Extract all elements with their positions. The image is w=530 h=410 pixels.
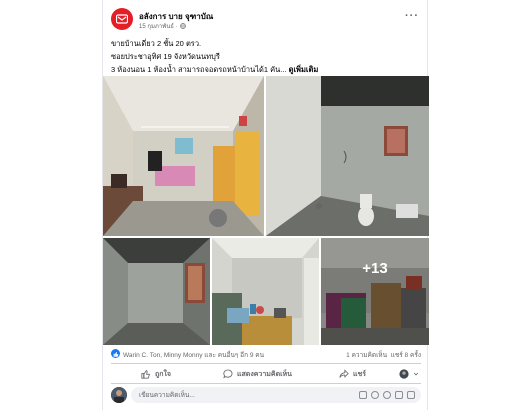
kitchen-image: [212, 238, 319, 345]
reaction-names[interactable]: Warin C. Ton, Minny Monny และ คนอื่นๆ อี…: [123, 350, 264, 360]
photo-toilet[interactable]: [103, 238, 210, 345]
page-avatar[interactable]: [111, 8, 133, 30]
divider-top: [111, 363, 421, 364]
thumbs-up-icon: [113, 351, 118, 357]
more-photos-overlay[interactable]: +13: [321, 238, 429, 345]
like-reaction-icon: [111, 349, 120, 358]
post-line-2: ซอยประชาอุทิศ 19 จังหวัดนนทบุรี: [111, 52, 220, 61]
audience-selector[interactable]: [399, 366, 419, 382]
photo-grid: +13: [103, 76, 429, 345]
camera-icon[interactable]: [383, 391, 391, 399]
comment-button[interactable]: แสดงความคิดเห็น: [223, 366, 292, 382]
post-text: ขายบ้านเดี่ยว 2 ชั้น 20 ตรว. ซอยประชาอุท…: [111, 37, 421, 76]
post-header: อลังการ บาย จุฑาบัณ 15 กุมภาพันธ์ · ···: [111, 8, 421, 34]
share-icon: [339, 369, 349, 378]
globe-icon: [179, 23, 186, 29]
sticker-icon[interactable]: [359, 391, 367, 399]
share-button[interactable]: แชร์: [339, 366, 366, 382]
comment-count[interactable]: 1 ความคิดเห็น: [346, 352, 387, 359]
photo-living-room[interactable]: [103, 76, 264, 236]
photo-bathroom[interactable]: [266, 76, 429, 236]
see-more-link[interactable]: ดูเพิ่มเติม: [289, 65, 319, 74]
like-button[interactable]: ถูกใจ: [141, 366, 171, 382]
comment-input[interactable]: เขียนความคิดเห็น...: [131, 387, 421, 403]
page-logo-icon: [116, 14, 128, 24]
comment-composer: เขียนความคิดเห็น...: [111, 386, 421, 404]
post-line-3: 3 ห้องนอน 1 ห้องน้ำ สามารถจอดรถหน้าบ้านไ…: [111, 63, 421, 76]
living-room-image: [103, 76, 264, 236]
bathroom-image: [266, 76, 429, 236]
post-date[interactable]: 15 กุมภาพันธ์ ·: [139, 21, 178, 31]
profile-thumbnail-icon: [399, 369, 409, 379]
post-line-1: ขายบ้านเดี่ยว 2 ชั้น 20 ตรว.: [111, 39, 202, 48]
user-photo: [111, 387, 127, 403]
like-icon: [141, 369, 151, 379]
post-line-3-text: 3 ห้องนอน 1 ห้องน้ำ สามารถจอดรถหน้าบ้านไ…: [111, 65, 289, 74]
divider-bottom: [111, 383, 421, 384]
emoji-icon[interactable]: [371, 391, 379, 399]
comment-label: แสดงความคิดเห็น: [237, 370, 292, 378]
share-label: แชร์: [353, 370, 367, 378]
more-options-icon[interactable]: ···: [405, 10, 419, 22]
gif-icon[interactable]: [395, 391, 403, 399]
reactions-bar: Warin C. Ton, Minny Monny และ คนอื่นๆ อี…: [111, 348, 421, 360]
toilet-image: [103, 238, 210, 345]
photo-bedroom-more[interactable]: +13: [321, 238, 429, 345]
more-photos-count: +13: [362, 260, 388, 277]
comment-tools: [359, 391, 415, 399]
photo-kitchen[interactable]: [212, 238, 319, 345]
share-count[interactable]: แชร์ 8 ครั้ง: [391, 352, 421, 359]
post-card: อลังการ บาย จุฑาบัณ 15 กุมภาพันธ์ · ··· …: [102, 0, 429, 410]
user-avatar[interactable]: [111, 387, 127, 403]
post-meta: 15 กุมภาพันธ์ ·: [139, 21, 186, 31]
like-label: ถูกใจ: [155, 370, 171, 378]
sticker-pack-icon[interactable]: [407, 391, 415, 399]
comment-placeholder: เขียนความคิดเห็น...: [139, 392, 195, 399]
chevron-down-icon: [413, 372, 419, 376]
comment-icon: [223, 369, 233, 379]
action-bar: ถูกใจ แสดงความคิดเห็น แชร์: [111, 366, 421, 382]
engagement-counts: 1 ความคิดเห็น แชร์ 8 ครั้ง: [346, 350, 421, 360]
